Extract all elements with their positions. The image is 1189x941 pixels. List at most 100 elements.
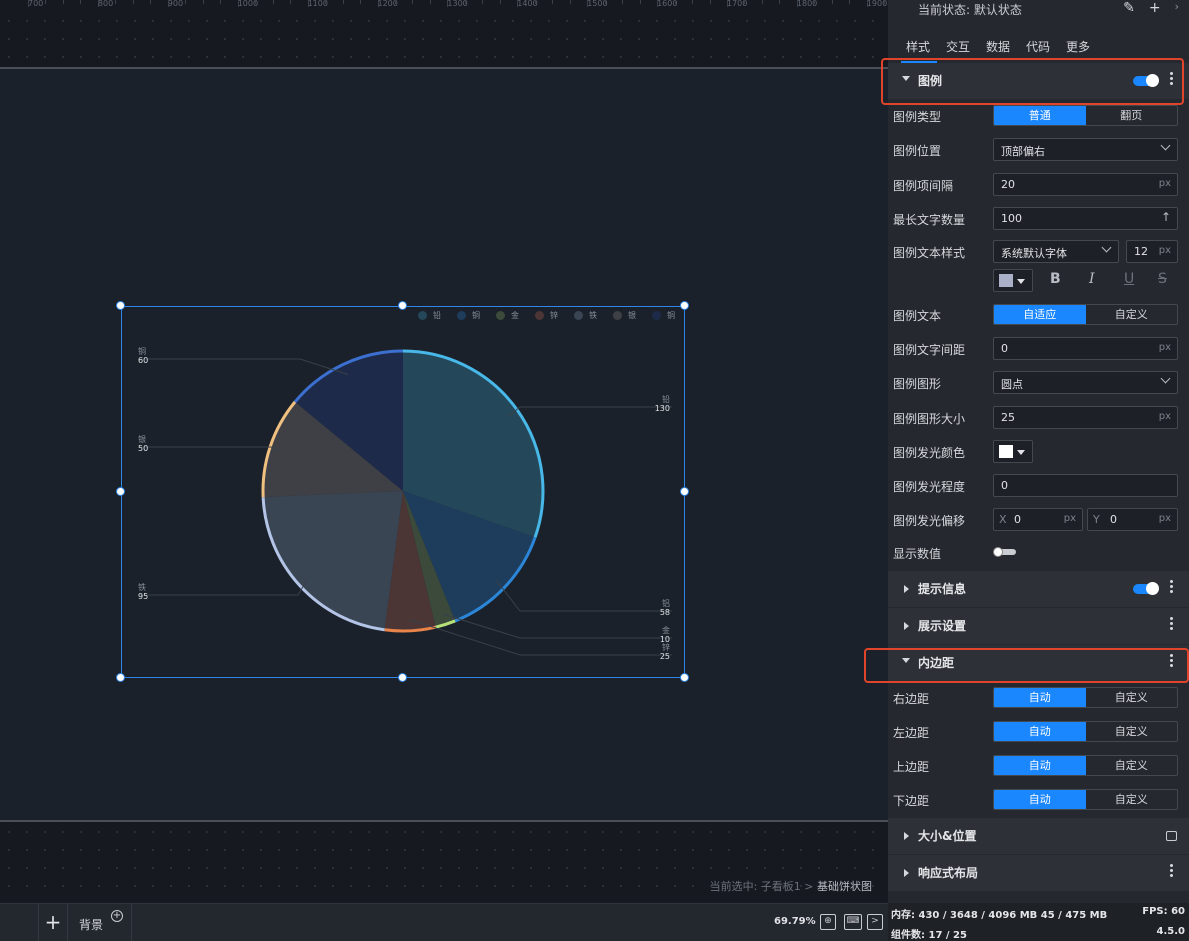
resize-handle-right[interactable]	[680, 487, 689, 496]
glow-color-picker[interactable]	[993, 440, 1033, 463]
padding-auto[interactable]: 自动	[994, 722, 1086, 741]
chevron-down-icon	[1101, 242, 1112, 253]
highlight-legend	[881, 58, 1184, 105]
section-responsive[interactable]: 响应式布局	[888, 855, 1189, 891]
padding-auto[interactable]: 自动	[994, 756, 1086, 775]
tab-data[interactable]: 数据	[986, 38, 1010, 55]
more-icon[interactable]	[1170, 617, 1174, 633]
canvas-area[interactable]: 700 800 900 1000 1100 1200 1300 1400 1500 1600 170…	[0, 0, 888, 903]
glow-offset-x-input[interactable]: X 0 px	[993, 508, 1083, 531]
legend-text-switch[interactable]: 自适应 自定义	[993, 304, 1178, 325]
section-size-title: 大小&位置	[918, 829, 977, 843]
padding-custom[interactable]: 自定义	[1086, 790, 1178, 809]
resize-handle-top[interactable]	[398, 301, 407, 310]
lock-icon[interactable]	[1166, 831, 1177, 841]
padding-custom[interactable]: 自定义	[1086, 722, 1178, 741]
arrow-up-icon[interactable]: ↑	[1161, 210, 1171, 224]
resize-handle-bottom[interactable]	[398, 673, 407, 682]
resize-handle-bottom-right[interactable]	[680, 673, 689, 682]
page-tab-background[interactable]: 背景 +	[68, 904, 132, 941]
italic-icon[interactable]: I	[1089, 271, 1095, 287]
component-count: 组件数: 17 / 25	[891, 930, 967, 941]
fit-screen-icon[interactable]: ⊕	[820, 914, 836, 930]
tab-more[interactable]: 更多	[1066, 38, 1090, 55]
properties-panel: 当前状态: 默认状态 ✎ + › 样式 交互 数据 代码 更多 图例 图例类型	[864, 0, 1189, 941]
legend-text-style-label: 图例文本样式	[893, 246, 966, 260]
memory-status: 内存: 430 / 3648 / 4096 MB 45 / 475 MB	[891, 910, 1108, 921]
legend-spacing-value: 0	[1001, 342, 1008, 355]
legend-text-auto[interactable]: 自适应	[994, 305, 1086, 324]
add-page-button[interactable]: +	[38, 904, 68, 941]
tab-interaction[interactable]: 交互	[946, 38, 970, 55]
font-family-select[interactable]: 系统默认字体	[993, 240, 1119, 263]
padding-right-switch[interactable]: 自动 自定义	[993, 687, 1178, 708]
legend-glow-level-input[interactable]: 0	[993, 474, 1178, 497]
zoom-level[interactable]: 69.79%	[774, 916, 816, 927]
tab-code[interactable]: 代码	[1026, 38, 1050, 55]
offset-y-label: Y	[1093, 513, 1100, 526]
resize-handle-top-left[interactable]	[116, 301, 125, 310]
show-value-toggle[interactable]	[993, 547, 1016, 557]
padding-auto[interactable]: 自动	[994, 688, 1086, 707]
more-icon[interactable]	[1170, 864, 1174, 880]
legend-shape-value: 圆点	[1001, 378, 1023, 391]
selection-frame[interactable]	[121, 306, 685, 678]
expand-arrow-icon[interactable]	[904, 585, 909, 593]
padding-auto[interactable]: 自动	[994, 790, 1086, 809]
padding-bottom-switch[interactable]: 自动 自定义	[993, 789, 1178, 810]
resize-handle-bottom-left[interactable]	[116, 673, 125, 682]
more-icon[interactable]	[1170, 580, 1174, 596]
legend-shape-size-input[interactable]: 25 px	[993, 406, 1178, 429]
legend-position-select[interactable]: 顶部偏右	[993, 138, 1178, 161]
resize-handle-left[interactable]	[116, 487, 125, 496]
underline-icon[interactable]: U	[1124, 271, 1134, 287]
section-display-title: 展示设置	[918, 619, 967, 633]
legend-type-switch[interactable]: 普通 翻页	[993, 105, 1178, 126]
section-tooltip-title: 提示信息	[918, 582, 967, 596]
chevron-down-icon	[1160, 140, 1171, 151]
tooltip-toggle[interactable]	[1133, 582, 1159, 595]
chevron-right-icon[interactable]: ›	[1175, 0, 1179, 16]
font-size-value: 12	[1134, 245, 1148, 258]
legend-gap-label: 图例项间隔	[893, 179, 954, 193]
status-bar: 内存: 430 / 3648 / 4096 MB 45 / 475 MB FPS…	[888, 903, 1189, 941]
glow-offset-y-input[interactable]: Y 0 px	[1087, 508, 1178, 531]
add-state-icon[interactable]: +	[1149, 0, 1161, 16]
keyboard-icon[interactable]: ⌨	[844, 914, 862, 930]
page-tab-add-icon[interactable]: +	[111, 910, 123, 922]
caret-down-icon	[1017, 450, 1025, 455]
section-display[interactable]: 展示设置	[888, 608, 1189, 644]
resize-handle-top-right[interactable]	[680, 301, 689, 310]
legend-type-label: 图例类型	[893, 110, 942, 124]
edit-state-icon[interactable]: ✎	[1123, 0, 1135, 16]
legend-text-custom[interactable]: 自定义	[1086, 305, 1178, 324]
padding-top-switch[interactable]: 自动 自定义	[993, 755, 1178, 776]
legend-type-normal[interactable]: 普通	[994, 106, 1086, 125]
terminal-icon[interactable]: >	[867, 914, 883, 930]
tab-style[interactable]: 样式	[906, 38, 930, 55]
text-color-picker[interactable]	[993, 269, 1033, 292]
legend-maxlen-value: 100	[1001, 212, 1022, 225]
section-tooltip[interactable]: 提示信息	[888, 571, 1189, 607]
selection-name[interactable]: 基础饼状图	[817, 880, 872, 893]
padding-custom[interactable]: 自定义	[1086, 756, 1178, 775]
padding-custom[interactable]: 自定义	[1086, 688, 1178, 707]
current-state[interactable]: 当前状态: 默认状态	[918, 1, 1022, 18]
legend-gap-input[interactable]: 20 px	[993, 173, 1178, 196]
section-size-position[interactable]: 大小&位置	[888, 818, 1189, 854]
unit-label: px	[1158, 342, 1171, 353]
expand-arrow-icon[interactable]	[904, 622, 909, 630]
legend-position-value: 顶部偏右	[1001, 145, 1045, 158]
legend-maxlen-label: 最长文字数量	[893, 213, 966, 227]
legend-shape-select[interactable]: 圆点	[993, 371, 1178, 394]
strikethrough-icon[interactable]: S	[1158, 271, 1167, 287]
legend-maxlen-input[interactable]: 100 ↑	[993, 207, 1178, 230]
padding-left-switch[interactable]: 自动 自定义	[993, 721, 1178, 742]
padding-left-label: 左边距	[893, 726, 930, 740]
font-size-input[interactable]: 12 px	[1126, 240, 1178, 263]
expand-arrow-icon[interactable]	[904, 869, 909, 877]
legend-type-paged[interactable]: 翻页	[1086, 106, 1178, 125]
legend-spacing-input[interactable]: 0 px	[993, 337, 1178, 360]
expand-arrow-icon[interactable]	[904, 832, 909, 840]
bold-icon[interactable]: B	[1050, 271, 1061, 287]
